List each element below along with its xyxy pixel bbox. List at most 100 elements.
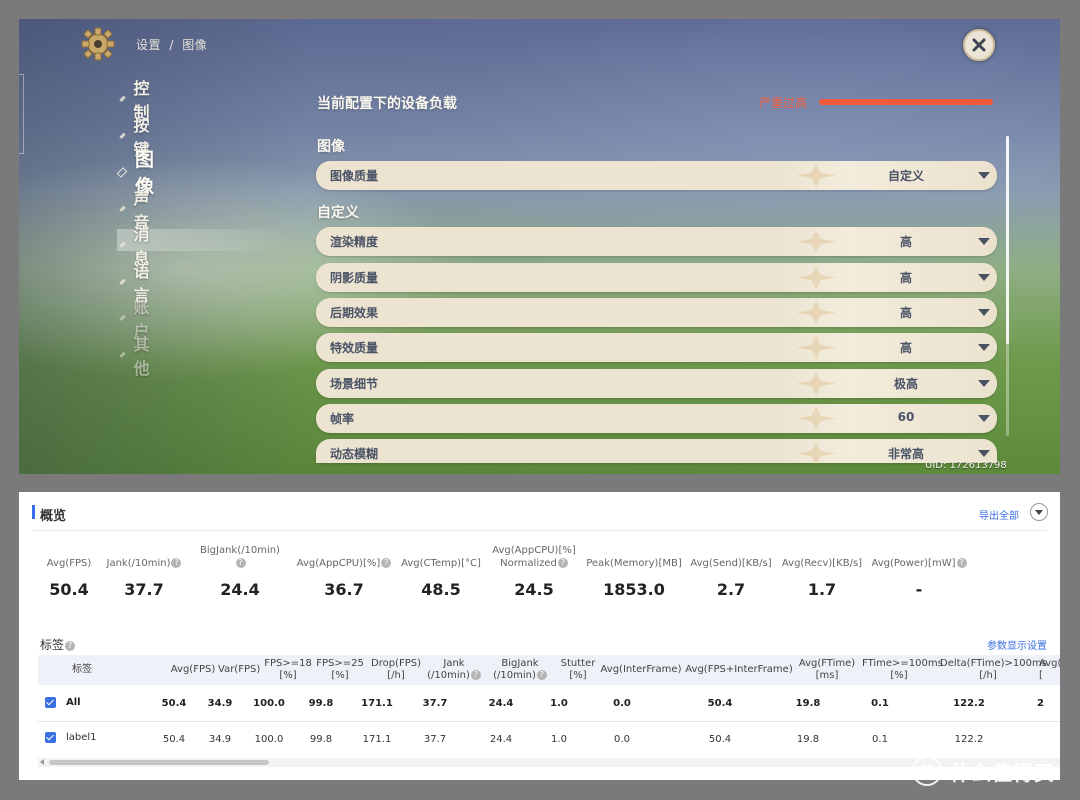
cell: 1.0 — [551, 734, 567, 745]
nav-item-account[interactable]: 账户 — [119, 298, 152, 341]
cell: 34.9 — [207, 698, 233, 709]
cell: 171.1 — [362, 734, 392, 745]
help-icon[interactable]: ? — [536, 670, 547, 680]
ornament-icon — [796, 301, 836, 324]
motion-blur-dropdown[interactable]: 动态模糊 非常高 — [316, 439, 997, 465]
scroll-left-icon[interactable] — [40, 759, 44, 765]
cell: 122.2 — [954, 734, 984, 745]
collapse-button[interactable] — [1030, 503, 1048, 521]
help-icon[interactable]: ? — [470, 670, 481, 680]
table-header: 标签 Avg(FPS) Var(FPS) FPS>=18 [%] FPS>=25[… — [38, 655, 1060, 685]
nav-item-messages[interactable]: 消息 — [119, 225, 152, 268]
col-header: Delta(FTime)>100ms [/h] — [940, 658, 1047, 681]
frame-rate-dropdown[interactable]: 帧率 60 — [316, 404, 997, 433]
diamond-icon — [119, 241, 127, 249]
device-load-status: 严重过高 — [759, 96, 808, 110]
col-header: BigJank (/10min)? — [489, 658, 551, 682]
stat-value: 1.7 — [807, 580, 837, 599]
dropdown-arrow-icon — [978, 309, 990, 316]
quality-dropdown[interactable]: 图像质量 自定义 — [316, 161, 997, 190]
stat-jank: Jank(/10min)? 37.7 — [99, 544, 189, 599]
stat-value: 2.7 — [716, 580, 746, 599]
horizontal-scrollbar-thumb[interactable] — [49, 760, 269, 765]
nav-item-audio[interactable]: 声音 — [119, 189, 152, 232]
cell: 50.4 — [161, 698, 187, 709]
dropdown-arrow-icon — [978, 238, 990, 245]
stat-peak-memory: Peak(Memory)[MB] 1853.0 — [584, 544, 684, 599]
setting-label: 阴影质量 — [330, 271, 379, 285]
col-header: Jank (/10min)? — [426, 658, 482, 682]
shadow-quality-dropdown[interactable]: 阴影质量 高 — [316, 263, 997, 292]
stat-bigjank: BigJank(/10min)? 24.4 — [195, 544, 285, 599]
breadcrumb-settings[interactable]: 设置 — [136, 38, 161, 52]
col-header: Drop(FPS) [/h] — [371, 658, 421, 681]
setting-label: 帧率 — [330, 412, 355, 426]
cell: 50.4 — [708, 734, 732, 745]
stat-label: BigJank(/10min)? — [200, 545, 280, 568]
setting-value: 高 — [899, 271, 912, 285]
stat-label: Avg(Send)[KB/s] — [690, 558, 772, 569]
col-header: FTime>=100ms [%] — [862, 658, 943, 681]
diamond-icon — [119, 132, 127, 140]
help-icon[interactable]: ? — [65, 640, 76, 651]
diamond-icon — [116, 166, 128, 178]
stat-value: 48.5 — [421, 580, 461, 599]
row-label: All — [66, 697, 81, 708]
dropdown-arrow-icon — [978, 172, 990, 179]
help-icon[interactable]: ? — [557, 558, 568, 568]
cell: 50.4 — [162, 734, 186, 745]
uid-label: UID: 172613798 — [925, 460, 1007, 471]
row-checkbox[interactable] — [45, 697, 56, 708]
stat-avg-appcpu: Avg(AppCPU)[%]? 36.7 — [294, 544, 394, 599]
post-processing-dropdown[interactable]: 后期效果 高 — [316, 298, 997, 327]
nav-item-other[interactable]: 其他 — [119, 335, 152, 378]
setting-label: 渲染精度 — [330, 235, 379, 249]
stat-label: Avg(Recv)[KB/s] — [781, 558, 863, 569]
cell: 100.0 — [254, 734, 284, 745]
side-edge-frame — [19, 74, 24, 154]
diamond-icon — [119, 205, 127, 213]
export-all-link[interactable]: 导出全部 — [979, 507, 1019, 522]
col-header: Avg(FPS) — [170, 664, 216, 675]
cell: 100.0 — [253, 698, 285, 709]
setting-value: 高 — [899, 235, 912, 249]
cell: 24.4 — [488, 698, 514, 709]
help-icon[interactable]: ? — [171, 558, 182, 568]
breadcrumb-separator: / — [169, 38, 174, 52]
cell: 37.7 — [422, 698, 448, 709]
help-icon[interactable]: ? — [381, 558, 392, 568]
performance-panel: 概览 导出全部 Avg(FPS) 50.4 Jank(/10min)? 37.7… — [19, 492, 1060, 780]
section-title-image: 图像 — [317, 139, 345, 155]
stat-label: Avg(AppCPU)[%] Normalized? — [492, 545, 576, 569]
game-settings-panel: 设置 / 图像 控制 按键 图像 声音 消息 语言 账户 其他 当前配置下的设备… — [19, 19, 1060, 474]
cell: 0.0 — [613, 698, 631, 709]
setting-label: 后期效果 — [330, 306, 379, 320]
stat-appcpu-normalized: Avg(AppCPU)[%] Normalized? 24.5 — [489, 544, 579, 599]
diamond-icon — [119, 95, 127, 103]
stat-value: 1853.0 — [603, 580, 665, 599]
render-resolution-dropdown[interactable]: 渲染精度 高 — [316, 227, 997, 256]
col-header-tag: 标签 — [72, 664, 92, 675]
cell: 24.4 — [489, 734, 513, 745]
nav-item-controls[interactable]: 控制 — [119, 79, 152, 122]
settings-scrollbar-thumb[interactable] — [1006, 136, 1009, 344]
header-divider — [32, 530, 1047, 531]
title-accent-bar — [32, 505, 35, 519]
param-display-settings-link[interactable]: 参数显示设置 — [987, 637, 1047, 652]
col-header: Avg(FPS+InterFrame) — [685, 664, 793, 675]
nav-item-graphics[interactable]: 图像 — [116, 149, 157, 198]
ornament-icon — [796, 336, 836, 359]
help-icon[interactable]: ? — [235, 558, 246, 568]
dropdown-arrow-icon — [978, 450, 990, 457]
close-button[interactable] — [963, 29, 995, 61]
ornament-icon — [796, 372, 836, 395]
nav-item-language[interactable]: 语言 — [119, 262, 152, 305]
col-header: Var(FPS) — [218, 664, 261, 675]
stat-avg-send: Avg(Send)[KB/s] 2.7 — [686, 544, 776, 599]
row-checkbox[interactable] — [45, 732, 56, 743]
effects-quality-dropdown[interactable]: 特效质量 高 — [316, 333, 997, 362]
overview-title: 概览 — [40, 509, 67, 524]
scene-detail-dropdown[interactable]: 场景细节 极高 — [316, 369, 997, 398]
help-icon[interactable]: ? — [956, 558, 967, 568]
stat-avg-recv: Avg(Recv)[KB/s] 1.7 — [777, 544, 867, 599]
